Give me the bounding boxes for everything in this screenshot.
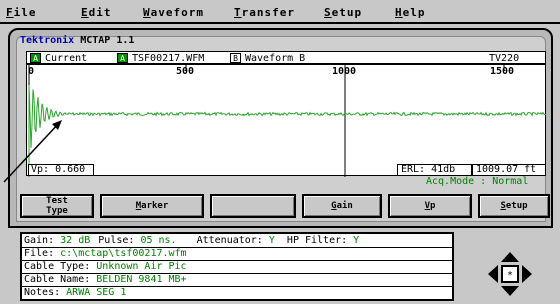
gain-value: 32 dB [60,235,91,246]
menu-edit[interactable]: Edit [81,6,112,19]
menu-setup[interactable]: Setup [324,6,362,19]
menu-waveform[interactable]: Waveform [143,6,204,19]
button-label: Type [46,206,68,216]
hp-filter-label: HP Filter: [286,235,348,246]
gain-button[interactable]: Gain [302,194,382,218]
vp-button[interactable]: Vp [388,194,472,218]
button-label: Marker [135,201,169,211]
button-label: Test [46,196,68,206]
pointer-arrow-icon [3,120,62,183]
hp-filter-value: Y [353,235,360,246]
notes-row: Notes: ARWA SEG 1 [24,287,126,298]
button-label: Vp [424,201,436,211]
cable-type-row: Cable Type: Unknown Air Pic [24,261,187,272]
notes-label: Notes: [24,287,61,298]
gain-row: Gain: 32 dB Pulse: 05 ns. Attenuator: Y … [24,235,359,246]
cable-type-label: Cable Type: [24,261,91,272]
waveform-plot [28,65,546,177]
legend-file-label: TSF00217.WFM [132,53,205,64]
pulse-label: Pulse: [98,235,135,246]
cable-name-row: Cable Name: BELDEN 9841 MB+ [24,274,187,285]
arrow-down-icon [501,286,519,296]
model-label: TV220 [489,53,520,64]
axis-tick-label: 1500 [490,66,515,77]
menu-bar: File Edit Waveform Transfer Setup Help [0,0,560,24]
legend-badge: A [30,53,41,63]
acq-mode-label: Acq.Mode : Normal [426,176,529,187]
brand-label: Tektronix [20,35,75,46]
test-type-button[interactable]: Test Type [20,194,94,218]
waveform-display[interactable]: 0 500 1000 1500 [26,64,546,177]
arrow-up-icon [501,252,519,262]
legend-current[interactable]: A Current [30,53,87,64]
legend-badge: A [117,53,128,63]
notes-value: ARWA SEG 1 [66,287,127,298]
erl-readout: ERL: 41db [397,164,472,176]
cable-name-label: Cable Name: [24,274,91,285]
menu-file[interactable]: File [6,6,37,19]
file-label: File: [24,248,55,259]
legend-current-label: Current [45,53,88,64]
legend-waveform-b[interactable]: B Waveform B [230,53,305,64]
arrow-left-icon [488,265,498,283]
file-value: c:\mctap\tsf00217.wfm [60,248,187,259]
menu-help[interactable]: Help [395,6,426,19]
app-title: MCTAP 1.1 [80,35,135,46]
axis-tick-label: 500 [176,66,195,77]
cable-name-value: BELDEN 9841 MB+ [96,274,187,285]
button-label: Setup [500,201,528,211]
marker-button[interactable]: Marker [100,194,204,218]
svg-text:*: * [507,270,513,281]
attenuator-value: Y [268,235,275,246]
pulse-value: 05 ns. [140,235,177,246]
axis-tick-label: 1000 [332,66,357,77]
menu-transfer[interactable]: Transfer [234,6,295,19]
file-row: File: c:\mctap\tsf00217.wfm [24,248,187,259]
axis-tick-label: 0 [28,66,35,77]
legend-waveform-b-label: Waveform B [245,53,306,64]
attenuator-label: Attenuator: [196,235,263,246]
gain-label: Gain: [24,235,55,246]
button-label: Gain [331,201,353,211]
length-readout: 1009.07 ft [472,164,546,176]
window-title: Tektronix MCTAP 1.1 [20,35,134,46]
arrow-right-icon [522,265,532,283]
blank-button[interactable] [210,194,296,218]
cable-type-value: Unknown Air Pic [96,261,187,272]
info-panel: Gain: 32 dB Pulse: 05 ns. Attenuator: Y … [20,232,454,301]
direction-pad-icon[interactable]: * [486,250,534,298]
legend-badge: B [230,53,241,63]
waveform-legend-bar: A Current A TSF00217.WFM B Waveform B TV220 [26,51,546,64]
legend-file[interactable]: A TSF00217.WFM [117,53,204,64]
setup-button[interactable]: Setup [478,194,550,218]
